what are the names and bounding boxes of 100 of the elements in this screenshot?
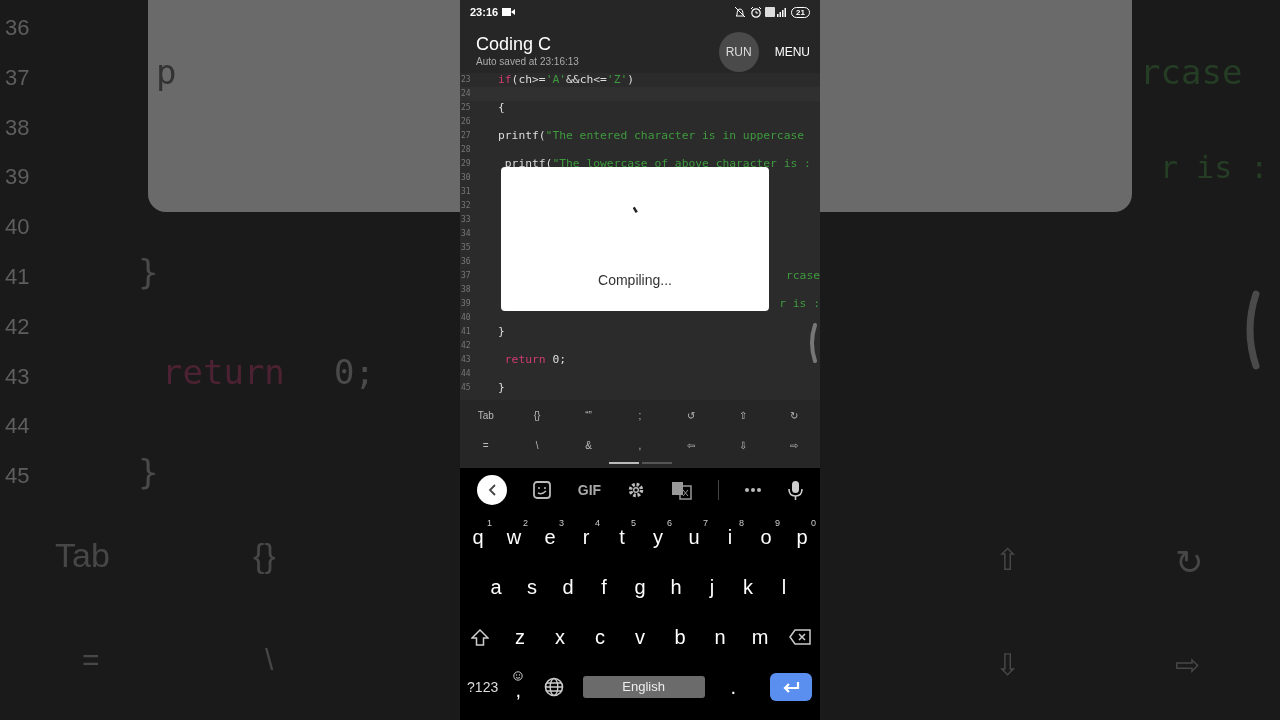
code-text: 'A' bbox=[545, 73, 567, 86]
line-number: 30 bbox=[460, 172, 472, 184]
settings-icon[interactable] bbox=[627, 481, 646, 499]
line-number: 43 bbox=[460, 354, 472, 366]
key[interactable]: b bbox=[660, 615, 700, 659]
symbol-key[interactable]: ⇧ bbox=[738, 407, 747, 423]
emoji-icon bbox=[513, 671, 524, 681]
code-text: } bbox=[138, 255, 159, 289]
key-label: ↻ bbox=[1175, 545, 1203, 579]
line-number: 40 bbox=[5, 216, 30, 239]
key[interactable]: q 1 bbox=[460, 515, 496, 559]
scroll-handle-icon[interactable] bbox=[808, 323, 818, 363]
code-text: if bbox=[498, 73, 512, 86]
code-text: } bbox=[498, 325, 505, 338]
video-camera-icon bbox=[502, 7, 516, 17]
key[interactable]: z bbox=[500, 615, 540, 659]
translate-icon[interactable] bbox=[671, 480, 692, 500]
key[interactable]: f bbox=[586, 565, 622, 609]
back-button[interactable] bbox=[477, 475, 508, 505]
line-number: 25 bbox=[460, 102, 472, 114]
symbol-key[interactable]: , bbox=[638, 437, 642, 453]
line-number: 45 bbox=[460, 382, 472, 394]
symbol-key[interactable]: ⇨ bbox=[790, 437, 799, 453]
backspace-icon bbox=[789, 629, 811, 645]
key[interactable]: e 3 bbox=[532, 515, 568, 559]
line-number: 44 bbox=[5, 415, 30, 438]
key[interactable]: u 7 bbox=[676, 515, 712, 559]
sticker-icon[interactable] bbox=[533, 481, 552, 499]
key[interactable]: r 4 bbox=[568, 515, 604, 559]
key[interactable]: n bbox=[700, 615, 740, 659]
key[interactable]: s bbox=[514, 565, 550, 609]
key-label: ⇩ bbox=[995, 650, 1020, 680]
alarm-clock-icon bbox=[750, 6, 763, 18]
key[interactable]: l bbox=[766, 565, 802, 609]
key[interactable]: y 6 bbox=[640, 515, 676, 559]
line-number: 33 bbox=[460, 214, 472, 226]
code-text: &&ch<= bbox=[566, 73, 607, 86]
key[interactable]: i 8 bbox=[712, 515, 748, 559]
key[interactable]: m bbox=[740, 615, 780, 659]
loading-spinner-icon bbox=[632, 205, 638, 214]
code-text: 0; bbox=[551, 353, 566, 366]
symbol-key[interactable]: “” bbox=[585, 407, 592, 423]
symbol-key[interactable]: Tab bbox=[477, 407, 494, 423]
line-number: 38 bbox=[5, 116, 30, 139]
symbol-key[interactable]: ; bbox=[638, 407, 642, 423]
symbol-key[interactable]: ⇩ bbox=[738, 437, 747, 453]
code-text: return bbox=[503, 353, 546, 366]
symbol-key[interactable]: {} bbox=[533, 407, 541, 423]
period-key[interactable]: . bbox=[710, 665, 756, 709]
key[interactable]: g bbox=[622, 565, 658, 609]
key-hint: 1 bbox=[487, 517, 492, 530]
key[interactable]: k bbox=[730, 565, 766, 609]
more-icon[interactable] bbox=[745, 487, 762, 493]
key[interactable]: d bbox=[550, 565, 586, 609]
key-label: ⇨ bbox=[1175, 650, 1200, 680]
line-number: 37 bbox=[460, 270, 472, 282]
symbols-key[interactable]: ?123 bbox=[460, 665, 506, 709]
key[interactable]: o 9 bbox=[748, 515, 784, 559]
run-button[interactable]: RUN bbox=[718, 32, 759, 72]
key[interactable]: j bbox=[694, 565, 730, 609]
microphone-icon[interactable] bbox=[787, 480, 803, 500]
code-string: rcase bbox=[786, 269, 820, 283]
line-number: 28 bbox=[460, 144, 472, 156]
line-number: 34 bbox=[460, 228, 472, 240]
line-number: 31 bbox=[460, 186, 472, 198]
line-number: 41 bbox=[460, 326, 472, 338]
comma-key[interactable]: , bbox=[505, 665, 532, 709]
key[interactable]: x bbox=[540, 615, 580, 659]
key[interactable]: c bbox=[580, 615, 620, 659]
key[interactable]: v bbox=[620, 615, 660, 659]
app-title: Coding C bbox=[476, 34, 553, 55]
key-label: {} bbox=[253, 538, 276, 572]
line-number: 36 bbox=[460, 256, 472, 268]
key[interactable]: h bbox=[658, 565, 694, 609]
status-time: 23:16 bbox=[470, 4, 499, 20]
symbol-key[interactable]: ↺ bbox=[687, 407, 696, 423]
key[interactable]: p 0 bbox=[784, 515, 820, 559]
symbol-key[interactable]: = bbox=[482, 437, 489, 453]
key[interactable]: w 2 bbox=[496, 515, 532, 559]
menu-button[interactable]: MENU bbox=[766, 43, 810, 61]
globe-icon bbox=[544, 677, 564, 697]
code-text: printf( bbox=[498, 129, 546, 142]
code-text: 'Z' bbox=[606, 73, 628, 86]
line-number: 32 bbox=[460, 200, 472, 212]
key-hint: 6 bbox=[667, 517, 672, 530]
enter-key[interactable] bbox=[770, 673, 812, 701]
gif-button[interactable]: GIF bbox=[577, 479, 602, 501]
key[interactable]: a bbox=[478, 565, 514, 609]
line-number: 42 bbox=[460, 340, 472, 352]
key-hint: 3 bbox=[559, 517, 564, 530]
key-label: ⇧ bbox=[995, 545, 1020, 575]
key[interactable]: t 5 bbox=[604, 515, 640, 559]
symbol-key[interactable]: ⇦ bbox=[687, 437, 696, 453]
space-bar[interactable]: English bbox=[582, 676, 705, 698]
symbol-key[interactable]: & bbox=[585, 437, 592, 453]
symbol-key[interactable]: ↻ bbox=[790, 407, 799, 423]
line-number: 27 bbox=[460, 130, 472, 142]
symbol-key[interactable]: \ bbox=[535, 437, 539, 453]
page-indicator[interactable] bbox=[608, 462, 639, 464]
code-text: "The lowercase of above character is : bbox=[552, 157, 811, 170]
